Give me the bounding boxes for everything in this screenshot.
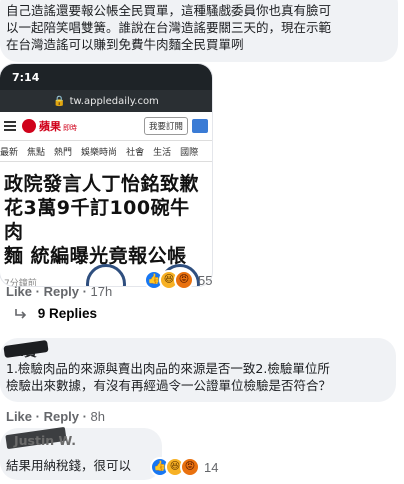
phone-status-bar: 7:14 xyxy=(0,64,212,90)
reply-arrow-icon xyxy=(15,309,27,320)
replies-count-label: 9 Replies xyxy=(37,306,98,321)
appledaily-header: 蘋果 即時 我要訂閱 xyxy=(0,112,212,141)
reaction-count: 55 xyxy=(198,272,213,288)
headline-line-2: 花3萬9千訂100碗牛肉 xyxy=(4,197,190,243)
tab-entertainment: 娛樂時尚 xyxy=(81,147,118,158)
tab-life: 生活 xyxy=(153,147,172,158)
headline-line-1: 政院發言人丁怡銘致歉 xyxy=(4,173,200,195)
hamburger-icon xyxy=(4,121,16,131)
comment-2-line-1: 1.檢驗肉品的來源與賣出肉品的來源是否一致2.檢驗單位所 xyxy=(6,361,330,376)
article-headline: 政院發言人丁怡銘致歉 花3萬9千訂100碗牛肉 麵 統編曝光竟報公帳 xyxy=(0,162,212,268)
reply-link[interactable]: Reply xyxy=(44,284,79,299)
url-text: tw.appledaily.com xyxy=(69,95,159,107)
tab-society: 社會 xyxy=(126,147,145,158)
menu-icon xyxy=(192,119,208,133)
tab-latest: 最新 xyxy=(0,147,19,158)
comment-1-reactions[interactable]: 👍 😆 😡 55 xyxy=(144,270,212,290)
comment-1-actions: Like · Reply · 17h xyxy=(6,284,113,299)
site-logo-text: 蘋果 xyxy=(39,120,61,133)
attached-screenshot[interactable]: 7:14 🔒 tw.appledaily.com 蘋果 即時 我要訂閱 最新 焦… xyxy=(0,64,212,286)
comment-3-reactions[interactable]: 👍 😆 😡 14 xyxy=(150,457,218,477)
comment-1-line-3: 在台灣造謠可以賺到免費牛肉麵全民買單咧 xyxy=(6,37,244,52)
comment-time[interactable]: 17h xyxy=(91,284,113,299)
comment-1-line-2: 以一起陪笑唱雙簧。誰說在台灣造謠要關三天的，現在示範 xyxy=(6,20,332,35)
comment-3-author[interactable]: Justin W. xyxy=(14,432,76,449)
like-link[interactable]: Like xyxy=(6,284,32,299)
comment-2-line-2: 檢驗出來數據，有沒有再經過令一公證單位檢驗是否符合？ xyxy=(6,378,332,393)
comment-3-text: 結果用納稅錢，很可以 xyxy=(6,458,132,473)
apple-logo-icon xyxy=(22,119,36,133)
status-time: 7:14 xyxy=(12,70,40,84)
news-tabs: 最新 焦點 熱門 娛樂時尚 社會 生活 國際 xyxy=(0,141,212,162)
angry-reaction-icon: 😡 xyxy=(174,270,194,290)
browser-url-bar: 🔒 tw.appledaily.com xyxy=(0,90,212,112)
subscribe-button: 我要訂閱 xyxy=(143,117,188,135)
comment-2-author[interactable]: ...責 xyxy=(10,343,37,360)
tab-international: 國際 xyxy=(180,147,199,158)
comment-1-line-1: 自己造謠還要報公帳全民買單，這種騷戲委員你也真有臉可 xyxy=(6,3,332,18)
tab-hot: 熱門 xyxy=(54,147,73,158)
view-replies-link[interactable]: 9 Replies xyxy=(14,306,97,321)
like-link[interactable]: Like xyxy=(6,409,32,424)
tab-focus: 焦點 xyxy=(27,147,46,158)
comment-time[interactable]: 8h xyxy=(91,409,105,424)
comment-2-actions: Like · Reply · 8h xyxy=(6,409,106,424)
lock-icon: 🔒 xyxy=(53,95,66,107)
reaction-count: 14 xyxy=(204,459,219,475)
reply-link[interactable]: Reply xyxy=(44,409,79,424)
angry-reaction-icon: 😡 xyxy=(180,457,200,477)
site-logo-sub: 即時 xyxy=(63,124,77,132)
